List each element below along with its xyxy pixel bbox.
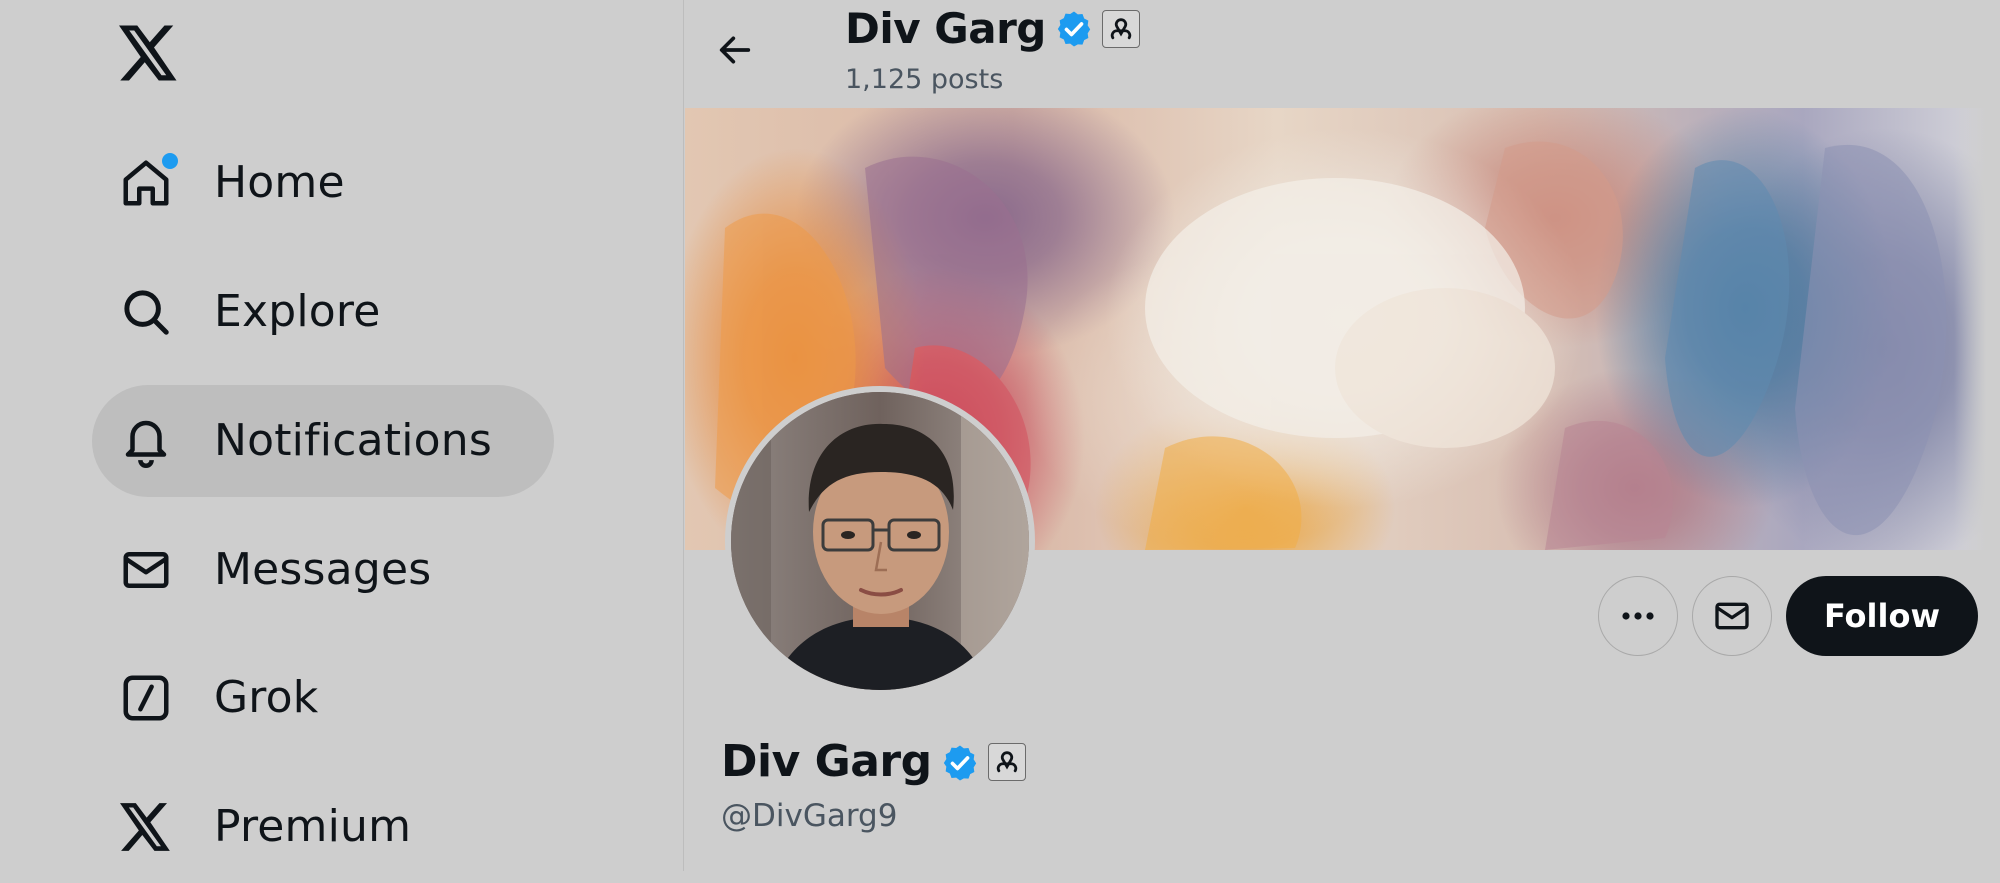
verified-badge-icon[interactable] [940, 742, 980, 782]
more-options-button[interactable] [1597, 576, 1678, 656]
home-notification-dot [162, 153, 178, 169]
header-name: Div Garg [845, 4, 1046, 53]
sidebar-item-label: Home [214, 157, 345, 208]
profile-display-name: Div Garg [721, 736, 932, 787]
sidebar-item-label: Grok [214, 672, 319, 723]
envelope-icon [1715, 602, 1749, 630]
profile-name-row: Div Garg [721, 736, 1026, 787]
affiliation-badge-icon[interactable] [1101, 10, 1140, 49]
profile-handle: @DivGarg9 [721, 798, 898, 834]
sidebar-item-explore[interactable]: Explore [92, 256, 443, 368]
profile-avatar[interactable] [725, 386, 1035, 696]
bell-icon [118, 413, 174, 469]
grok-icon [118, 670, 174, 726]
sidebar-item-home[interactable]: Home [92, 127, 407, 239]
sidebar-item-label: Explore [214, 286, 381, 337]
avatar-photo [731, 392, 1029, 690]
sidebar-item-grok[interactable]: Grok [92, 642, 380, 754]
x-logo-icon [118, 799, 174, 855]
profile-main: Div Garg 1,125 posts Follow Div Garg @Di… [685, 0, 2000, 871]
sidebar-item-label: Messages [214, 544, 432, 595]
header-title-row: Div Garg [845, 4, 1140, 53]
post-count: 1,125 posts [845, 64, 1004, 95]
verified-badge-icon [1054, 9, 1094, 49]
sidebar-item-messages[interactable]: Messages [92, 514, 493, 626]
envelope-icon [118, 542, 174, 598]
message-button[interactable] [1691, 576, 1772, 656]
search-icon [118, 284, 174, 340]
follow-button[interactable]: Follow [1785, 576, 1978, 656]
affiliation-badge-icon[interactable] [987, 743, 1026, 782]
left-sidebar: Home Explore Notifications Messages Grok… [0, 0, 684, 871]
home-icon [118, 153, 178, 211]
more-dots-icon [1622, 612, 1654, 620]
banner-edge [1954, 108, 2000, 550]
sidebar-item-premium[interactable]: Premium [92, 771, 473, 883]
arrow-left-icon [719, 36, 751, 64]
back-button[interactable] [703, 18, 767, 82]
profile-header-bar: Div Garg 1,125 posts [685, 0, 2000, 106]
x-logo-button[interactable] [118, 22, 180, 84]
sidebar-item-label: Premium [214, 801, 412, 852]
sidebar-item-notifications[interactable]: Notifications [92, 385, 554, 497]
profile-actions: Follow [1597, 576, 1978, 656]
x-logo-icon [119, 25, 177, 81]
sidebar-item-label: Notifications [214, 415, 492, 466]
